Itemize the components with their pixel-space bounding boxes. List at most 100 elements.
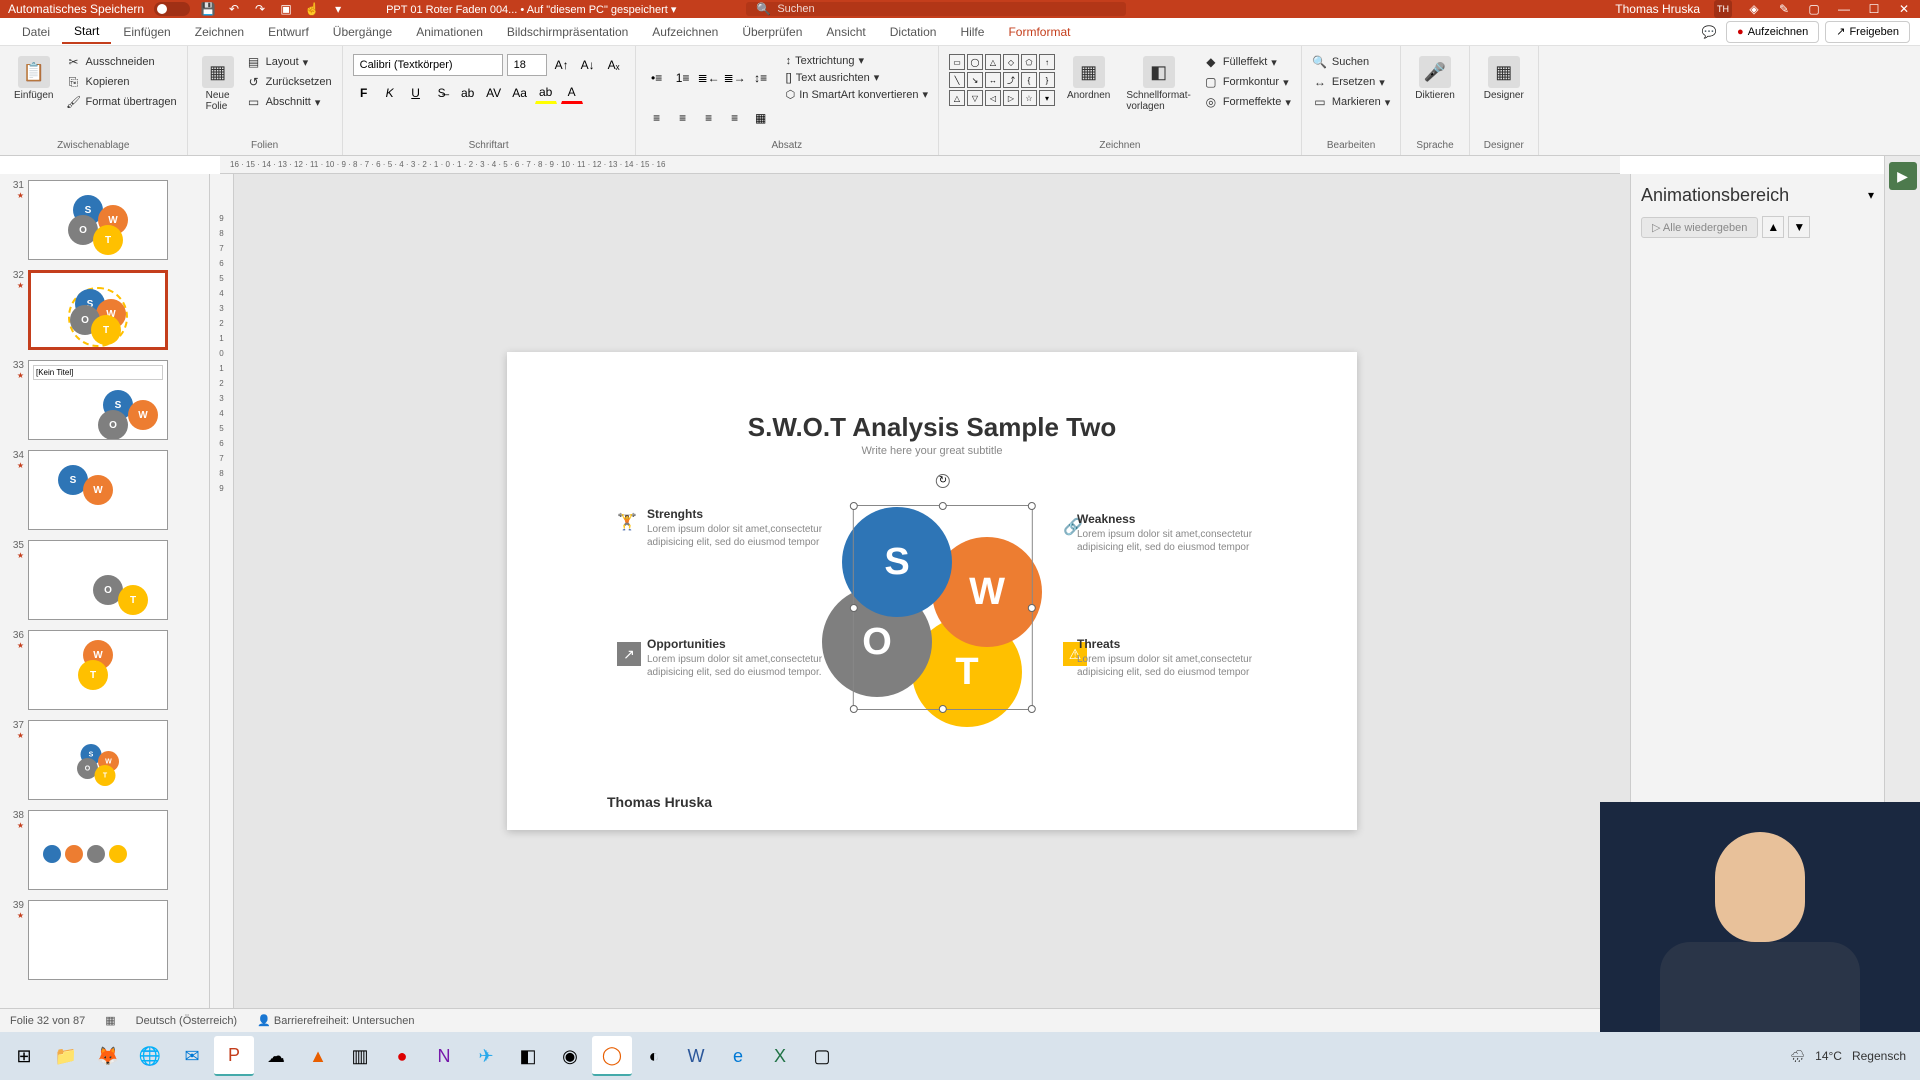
format-painter-button[interactable]: 🖌Format übertragen — [65, 94, 176, 110]
minimize-icon[interactable]: — — [1836, 1, 1852, 17]
excel-icon[interactable]: X — [760, 1036, 800, 1076]
align-text-button[interactable]: [] Text ausrichten ▾ — [786, 71, 928, 84]
side-animation-icon[interactable]: ▶ — [1889, 162, 1917, 190]
resize-handle-tl[interactable] — [850, 502, 858, 510]
tab-bildschirmpraesentation[interactable]: Bildschirmpräsentation — [495, 21, 640, 43]
telegram-icon[interactable]: ✈ — [466, 1036, 506, 1076]
align-center-icon[interactable]: ≡ — [672, 107, 694, 129]
italic-button[interactable]: K — [379, 82, 401, 104]
tab-aufzeichnen[interactable]: Aufzeichnen — [640, 21, 730, 43]
align-right-icon[interactable]: ≡ — [698, 107, 720, 129]
shape-effects-button[interactable]: ◎Formeffekte ▾ — [1203, 94, 1291, 110]
accessibility-lang-icon[interactable]: ▦ — [105, 1014, 115, 1027]
change-case-icon[interactable]: Aa — [509, 82, 531, 104]
replace-button[interactable]: ↔Ersetzen ▾ — [1312, 74, 1385, 90]
slide-thumb-31[interactable]: SWOT — [28, 180, 168, 260]
underline-button[interactable]: U — [405, 82, 427, 104]
app-icon-5[interactable]: ◯ — [592, 1036, 632, 1076]
comments-icon[interactable]: 💬 — [1698, 21, 1720, 43]
decrease-indent-icon[interactable]: ≣← — [698, 67, 720, 89]
share-button[interactable]: ↗Freigeben — [1825, 21, 1910, 43]
tab-einfuegen[interactable]: Einfügen — [111, 21, 182, 43]
slide-thumb-36[interactable]: WT — [28, 630, 168, 710]
pane-options-icon[interactable]: ▾ — [1860, 184, 1882, 206]
slide-title[interactable]: S.W.O.T Analysis Sample Two — [567, 412, 1297, 443]
slide-author[interactable]: Thomas Hruska — [607, 794, 712, 810]
font-size-combo[interactable]: 18 — [507, 54, 547, 76]
resize-handle-br[interactable] — [1028, 705, 1036, 713]
bullets-icon[interactable]: •≡ — [646, 67, 668, 89]
layout-button[interactable]: ▤Layout ▾ — [246, 54, 332, 70]
shape-outline-button[interactable]: ▢Formkontur ▾ — [1203, 74, 1291, 90]
font-name-combo[interactable]: Calibri (Textkörper) — [353, 54, 503, 76]
tab-animationen[interactable]: Animationen — [404, 21, 495, 43]
language-status[interactable]: Deutsch (Österreich) — [136, 1015, 237, 1027]
slide-thumb-34[interactable]: SW — [28, 450, 168, 530]
line-spacing-icon[interactable]: ↕≡ — [750, 67, 772, 89]
decrease-font-icon[interactable]: A↓ — [577, 54, 599, 76]
shadow-button[interactable]: ab — [457, 82, 479, 104]
resize-handle-bl[interactable] — [850, 705, 858, 713]
maximize-icon[interactable]: ☐ — [1866, 1, 1882, 17]
quick-styles-button[interactable]: ◧Schnellformat- vorlagen — [1122, 54, 1194, 114]
save-icon[interactable]: 💾 — [200, 1, 216, 17]
paste-button[interactable]: 📋Einfügen — [10, 54, 57, 103]
slide-canvas-area[interactable]: S.W.O.T Analysis Sample Two Write here y… — [234, 174, 1630, 1008]
slide-thumb-35[interactable]: OT — [28, 540, 168, 620]
tab-zeichnen[interactable]: Zeichnen — [183, 21, 256, 43]
tab-uebergaenge[interactable]: Übergänge — [321, 21, 404, 43]
resize-handle-tr[interactable] — [1028, 502, 1036, 510]
strengths-text-box[interactable]: StrenghtsLorem ipsum dolor sit amet,cons… — [647, 507, 827, 549]
resize-handle-mr[interactable] — [1028, 604, 1036, 612]
char-spacing-icon[interactable]: AV — [483, 82, 505, 104]
slide-thumb-33[interactable]: [Kein Titel]SWO — [28, 360, 168, 440]
diamond-icon[interactable]: ◈ — [1746, 1, 1762, 17]
arrange-button[interactable]: ▦Anordnen — [1063, 54, 1114, 103]
search-input[interactable] — [777, 3, 1116, 15]
word-icon[interactable]: W — [676, 1036, 716, 1076]
app-icon-1[interactable]: ☁ — [256, 1036, 296, 1076]
columns-icon[interactable]: ▦ — [750, 107, 772, 129]
new-slide-button[interactable]: ▦Neue Folie — [198, 54, 238, 114]
font-color-icon[interactable]: A — [561, 82, 583, 104]
firefox-icon[interactable]: 🦊 — [88, 1036, 128, 1076]
section-button[interactable]: ▭Abschnitt ▾ — [246, 94, 332, 110]
cut-button[interactable]: ✂Ausschneiden — [65, 54, 176, 70]
touch-mode-icon[interactable]: ☝ — [304, 1, 320, 17]
resize-handle-bm[interactable] — [939, 705, 947, 713]
designer-button[interactable]: ▦Designer — [1480, 54, 1528, 103]
present-from-beginning-icon[interactable]: ▣ — [278, 1, 294, 17]
vlc-icon[interactable]: ▲ — [298, 1036, 338, 1076]
reset-button[interactable]: ↺Zurücksetzen — [246, 74, 332, 90]
opportunities-text-box[interactable]: OpportunitiesLorem ipsum dolor sit amet,… — [647, 637, 827, 679]
onenote-icon[interactable]: N — [424, 1036, 464, 1076]
app-icon-7[interactable]: ▢ — [802, 1036, 842, 1076]
powerpoint-icon[interactable]: P — [214, 1036, 254, 1076]
align-left-icon[interactable]: ≡ — [646, 107, 668, 129]
app-icon-3[interactable]: ● — [382, 1036, 422, 1076]
weakness-text-box[interactable]: WeaknessLorem ipsum dolor sit amet,conse… — [1077, 512, 1257, 554]
slide-thumb-32[interactable]: SWOT — [28, 270, 168, 350]
slide-thumb-37[interactable]: SWOT — [28, 720, 168, 800]
shapes-gallery[interactable]: ▭◯△◇⬠↑ ╲↘↔⤴{} △▽◁▷☆▾ — [949, 54, 1055, 106]
tab-datei[interactable]: Datei — [10, 21, 62, 43]
text-direction-button[interactable]: ↕ Textrichtung ▾ — [786, 54, 928, 67]
move-down-icon[interactable]: ▼ — [1788, 216, 1810, 238]
user-avatar[interactable]: TH — [1714, 0, 1732, 18]
slide-subtitle[interactable]: Write here your great subtitle — [567, 445, 1297, 457]
slide-thumb-38[interactable] — [28, 810, 168, 890]
resize-handle-ml[interactable] — [850, 604, 858, 612]
tab-ansicht[interactable]: Ansicht — [814, 21, 877, 43]
redo-icon[interactable]: ↷ — [252, 1, 268, 17]
tab-start[interactable]: Start — [62, 20, 111, 44]
numbering-icon[interactable]: 1≡ — [672, 67, 694, 89]
bold-button[interactable]: F — [353, 82, 375, 104]
undo-icon[interactable]: ↶ — [226, 1, 242, 17]
chrome-icon[interactable]: 🌐 — [130, 1036, 170, 1076]
convert-smartart-button[interactable]: ⬡ In SmartArt konvertieren ▾ — [786, 88, 928, 101]
window-mode-icon[interactable]: ▢ — [1806, 1, 1822, 17]
outlook-icon[interactable]: ✉ — [172, 1036, 212, 1076]
strike-button[interactable]: S̶ — [431, 82, 453, 104]
highlight-icon[interactable]: ab — [535, 82, 557, 104]
tab-formformat[interactable]: Formformat — [996, 21, 1082, 43]
